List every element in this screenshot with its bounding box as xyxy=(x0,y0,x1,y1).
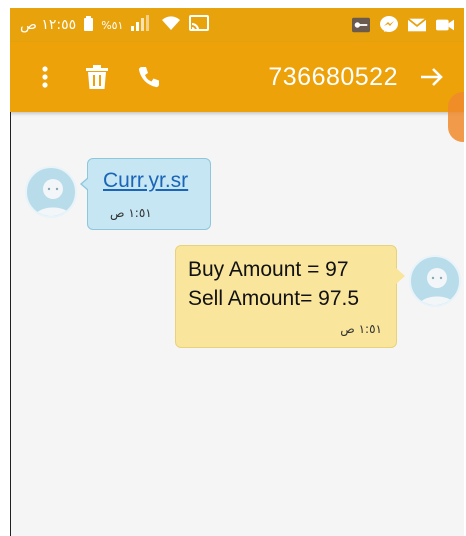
phone-number: 736680522 xyxy=(268,62,398,91)
battery-icon xyxy=(84,15,94,35)
message-line: Sell Amount= 97.5 xyxy=(188,287,360,310)
forward-arrow-icon[interactable] xyxy=(418,63,446,91)
mail-icon xyxy=(408,17,426,33)
message-link[interactable]: Curr.yr.sr xyxy=(103,169,188,193)
signal-icon xyxy=(131,15,153,35)
camera-icon xyxy=(436,17,454,33)
message-time: ١:٥١ ص xyxy=(110,206,152,220)
messenger-icon xyxy=(380,16,398,33)
message-line: Buy Amount = 97 xyxy=(188,258,349,281)
status-time: ١٢:٥٥ ص xyxy=(20,17,77,33)
delete-icon[interactable] xyxy=(80,60,114,94)
phone-screen: ١٢:٥٥ ص %٥١ 736680522 Curr.yr.sr ١:٥١ ص … xyxy=(10,8,464,536)
cast-icon xyxy=(189,15,210,35)
status-right xyxy=(352,16,454,33)
floating-button-edge[interactable] xyxy=(448,92,464,142)
status-bar: ١٢:٥٥ ص %٥١ xyxy=(10,8,464,42)
user-avatar[interactable] xyxy=(409,255,461,307)
call-icon[interactable] xyxy=(132,60,166,94)
message-time: ١:٥١ ص xyxy=(340,322,382,336)
contact-avatar[interactable] xyxy=(25,166,77,218)
conversation-header: 736680522 xyxy=(10,42,464,112)
more-options-icon[interactable] xyxy=(28,60,62,94)
status-left: ١٢:٥٥ ص %٥١ xyxy=(20,15,210,35)
outgoing-message-bubble[interactable]: Buy Amount = 97 Sell Amount= 97.5 ١:٥١ ص xyxy=(175,245,405,348)
wifi-icon xyxy=(161,15,181,35)
vpn-key-icon xyxy=(352,17,370,33)
incoming-message-bubble[interactable]: Curr.yr.sr ١:٥١ ص xyxy=(80,158,211,230)
battery-percent: %٥١ xyxy=(101,18,124,32)
